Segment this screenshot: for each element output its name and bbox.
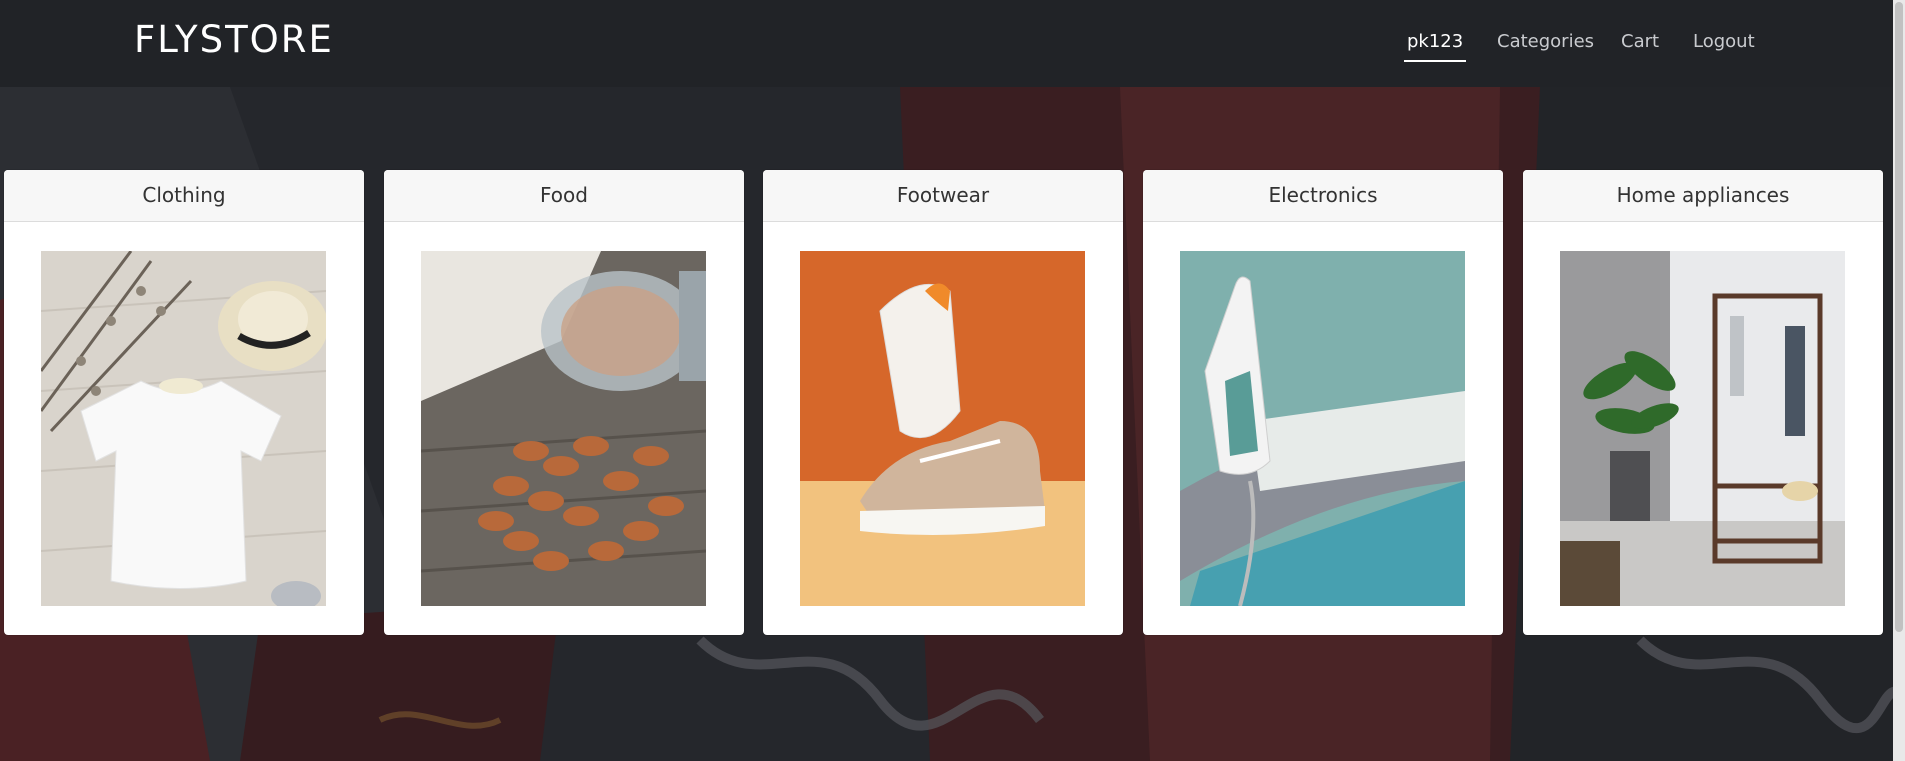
brand-logo[interactable]: FLYSTORE	[134, 18, 334, 61]
electronics-image[interactable]	[1180, 251, 1465, 606]
category-grid: Clothing Food Footwear Electronics Home …	[0, 170, 1905, 637]
category-title: Food	[384, 170, 744, 222]
page-scrollbar[interactable]	[1893, 0, 1905, 761]
category-card-clothing[interactable]: Clothing	[4, 170, 364, 635]
clothing-image[interactable]	[41, 251, 326, 606]
category-card-home-appliances[interactable]: Home appliances	[1523, 170, 1883, 635]
food-image[interactable]	[421, 251, 706, 606]
top-navbar: FLYSTORE pk123 Categories Cart Logout	[0, 0, 1905, 87]
category-title: Footwear	[763, 170, 1123, 222]
category-title: Home appliances	[1523, 170, 1883, 222]
nav-categories[interactable]: Categories	[1497, 30, 1594, 54]
category-card-electronics[interactable]: Electronics	[1143, 170, 1503, 635]
nav-cart[interactable]: Cart	[1621, 30, 1659, 54]
nav-logout[interactable]: Logout	[1693, 30, 1755, 54]
scrollbar-thumb[interactable]	[1895, 2, 1903, 632]
category-title: Electronics	[1143, 170, 1503, 222]
category-title: Clothing	[4, 170, 364, 222]
footwear-image[interactable]	[800, 251, 1085, 606]
nav-user-pk123[interactable]: pk123	[1403, 30, 1467, 62]
category-card-footwear[interactable]: Footwear	[763, 170, 1123, 635]
home-appliances-image[interactable]	[1560, 251, 1845, 606]
category-card-food[interactable]: Food	[384, 170, 744, 635]
